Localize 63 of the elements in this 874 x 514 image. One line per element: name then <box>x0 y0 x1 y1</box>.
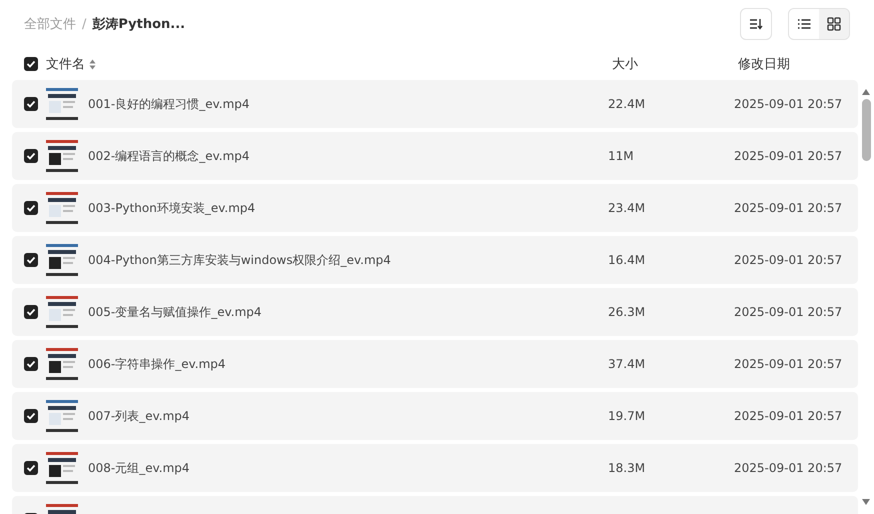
video-thumbnail <box>46 192 78 224</box>
file-row[interactable]: 008-元组_ev.mp4 18.3M 2025-09-01 20:57 <box>12 444 858 492</box>
file-name: 006-字符串操作_ev.mp4 <box>88 356 226 372</box>
row-checkbox[interactable] <box>24 409 38 423</box>
scrollbar-thumb[interactable] <box>862 99 870 161</box>
file-row[interactable]: 006-字符串操作_ev.mp4 37.4M 2025-09-01 20:57 <box>12 340 858 388</box>
column-header: 大小 <box>612 56 638 73</box>
file-row[interactable]: 002-编程语言的概念_ev.mp4 11M 2025-09-01 20:57 <box>12 132 858 180</box>
modified-date: 2025-09-01 20:57 <box>734 97 842 111</box>
video-thumbnail <box>46 88 78 120</box>
video-thumbnail <box>46 296 78 328</box>
row-checkbox[interactable] <box>24 97 38 111</box>
file-name: 008-元组_ev.mp4 <box>88 460 190 476</box>
file-row[interactable]: 001-良好的编程习惯_ev.mp4 22.4M 2025-09-01 20:57 <box>12 80 858 128</box>
file-size: 22.4M <box>608 97 646 111</box>
select-all-checkbox[interactable] <box>24 57 38 71</box>
row-checkbox[interactable] <box>24 253 38 267</box>
row-checkbox[interactable] <box>24 305 38 319</box>
row-checkbox[interactable] <box>24 149 38 163</box>
file-size: 37.4M <box>608 357 646 371</box>
list-icon <box>797 18 811 30</box>
sort-button[interactable] <box>740 8 772 40</box>
file-row[interactable]: 007-列表_ev.mp4 19.7M 2025-09-01 20:57 <box>12 392 858 440</box>
file-row[interactable]: 005-变量名与赋值操作_ev.mp4 26.3M 2025-09-01 20:57 <box>12 288 858 336</box>
scroll-down-icon[interactable] <box>861 498 871 506</box>
modified-date: 2025-09-01 20:57 <box>734 305 842 319</box>
file-size: 19.7M <box>608 409 646 423</box>
list-view-button[interactable] <box>789 9 819 39</box>
video-thumbnail <box>46 348 78 380</box>
modified-date: 2025-09-01 20:57 <box>734 201 842 215</box>
file-size: 18.3M <box>608 461 646 475</box>
file-name: 007-列表_ev.mp4 <box>88 408 190 424</box>
file-size: 26.3M <box>608 305 646 319</box>
file-name: 001-良好的编程习惯_ev.mp4 <box>88 96 250 112</box>
column-header: 修改日期 <box>738 56 790 73</box>
file-size: 11M <box>608 149 634 163</box>
column-header[interactable]: 文件名 <box>46 55 85 73</box>
breadcrumb-current: 彭涛Python... <box>92 16 186 33</box>
modified-date: 2025-09-01 20:57 <box>734 253 842 267</box>
video-thumbnail <box>46 140 78 172</box>
video-thumbnail <box>46 400 78 432</box>
file-name: 003-Python环境安装_ev.mp4 <box>88 200 256 216</box>
video-thumbnail <box>46 452 78 484</box>
modified-date: 2025-09-01 20:57 <box>734 461 842 475</box>
row-checkbox[interactable] <box>24 357 38 371</box>
modified-date: 2025-09-01 20:57 <box>734 149 842 163</box>
file-row[interactable]: 003-Python环境安装_ev.mp4 23.4M 2025-09-01 20:57 <box>12 184 858 232</box>
sort-arrows-icon[interactable] <box>89 58 96 70</box>
grid-icon <box>827 17 841 31</box>
modified-date: 2025-09-01 20:57 <box>734 409 842 423</box>
file-size: 23.4M <box>608 201 646 215</box>
modified-date: 2025-09-01 20:57 <box>734 357 842 371</box>
file-row[interactable]: 004-Python第三方库安装与windows权限介绍_ev.mp4 16.4M 2025-09-01 20:57 <box>12 236 858 284</box>
sort-icon <box>749 18 763 30</box>
file-name: 004-Python第三方库安装与windows权限介绍_ev.mp4 <box>88 252 391 268</box>
video-thumbnail <box>46 244 78 276</box>
breadcrumb-separator: / <box>82 16 86 32</box>
row-checkbox[interactable] <box>24 201 38 215</box>
file-size: 16.4M <box>608 253 646 267</box>
file-name: 005-变量名与赋值操作_ev.mp4 <box>88 304 262 320</box>
file-name: 002-编程语言的概念_ev.mp4 <box>88 148 250 164</box>
row-checkbox[interactable] <box>24 461 38 475</box>
scroll-up-icon[interactable] <box>861 88 871 96</box>
